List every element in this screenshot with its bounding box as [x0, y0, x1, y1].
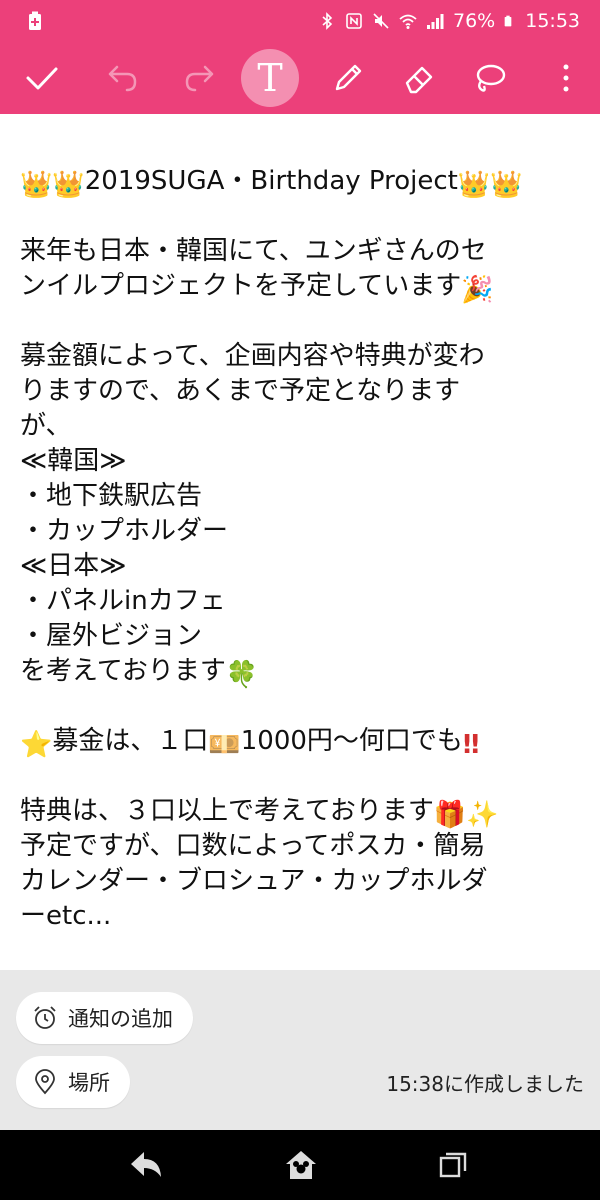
home-button[interactable] — [281, 1147, 321, 1183]
note-footer: 通知の追加 場所 15:38に作成しました — [0, 970, 600, 1130]
note-line: を考えております🍀 — [20, 654, 580, 690]
text-icon: T — [257, 56, 283, 100]
eraser-icon — [405, 66, 433, 94]
note-line: ≪韓国≫ — [20, 446, 127, 476]
battery-icon — [504, 15, 512, 27]
note-line: 予定ですが、口数によってポスカ・簡易 — [20, 831, 486, 861]
alarm-clock-icon — [34, 1006, 56, 1029]
note-line: ・地下鉄駅広告 — [20, 481, 203, 511]
crown-icon: 👑 — [457, 170, 491, 200]
clock: 15:53 — [525, 10, 580, 32]
note-line: ≪日本≫ — [20, 551, 127, 581]
note-line: ・パネルinカフェ — [20, 586, 226, 616]
crown-icon: 👑 — [52, 170, 85, 200]
note-line: 募金額によって、企画内容や特典が変わ — [20, 341, 485, 371]
mute-icon — [373, 13, 389, 29]
location-pin-icon — [35, 1069, 55, 1095]
note-body[interactable]: 👑👑2019SUGA・Birthday Project👑👑 来年も日本・韓国にて… — [20, 164, 580, 934]
battery-charging-icon — [29, 11, 41, 30]
status-bar: 76% 15:53 — [0, 0, 600, 42]
note-line: 特典は、３口以上で考えております🎁✨ — [20, 794, 580, 830]
lasso-icon — [476, 64, 506, 92]
status-icons: 76% 15:53 — [318, 0, 580, 42]
gift-icon: 🎁 — [433, 800, 467, 830]
crown-icon: 👑 — [490, 170, 523, 200]
note-line: ンイルプロジェクトを予定しています🎉 — [20, 269, 580, 305]
redo-button[interactable] — [172, 50, 228, 106]
note-title: 2019SUGA・Birthday Project — [84, 166, 458, 196]
lasso-tool-button[interactable] — [462, 50, 518, 106]
crown-icon: 👑 — [20, 170, 53, 200]
note-line: ーetc... — [20, 901, 112, 931]
yen-icon: 💴 — [208, 730, 241, 760]
note-line: ・屋外ビジョン — [20, 621, 203, 651]
double-exclamation-icon: ‼ — [462, 730, 480, 760]
recents-icon — [439, 1152, 467, 1178]
recents-button[interactable] — [434, 1147, 474, 1183]
eraser-tool-button[interactable] — [392, 50, 448, 106]
undo-button[interactable] — [94, 50, 150, 106]
note-line: りますので、あくまで予定となります — [20, 376, 461, 406]
party-popper-icon: 🎉 — [461, 275, 494, 305]
note-line: 来年も日本・韓国にて、ユンギさんのセ — [20, 236, 487, 266]
add-reminder-label: 通知の追加 — [68, 1007, 173, 1031]
done-button[interactable] — [14, 50, 70, 106]
text-tool-button[interactable]: T — [241, 49, 299, 107]
undo-icon — [108, 65, 137, 92]
checkmark-icon — [26, 67, 58, 90]
redo-icon — [185, 65, 214, 92]
back-button[interactable] — [126, 1147, 166, 1183]
note-line: が、 — [20, 411, 72, 441]
note-line: ⭐募金は、１口💴1000円～何口でも‼ — [20, 724, 580, 760]
add-reminder-button[interactable]: 通知の追加 — [16, 992, 193, 1044]
created-time: 15:38に作成しました — [386, 1072, 584, 1096]
star-icon: ⭐ — [20, 730, 53, 760]
add-location-button[interactable]: 場所 — [16, 1056, 130, 1108]
nfc-icon — [346, 13, 362, 29]
more-icon — [563, 64, 569, 92]
pen-icon — [335, 64, 362, 91]
home-icon — [286, 1151, 316, 1179]
bluetooth-icon — [322, 12, 333, 30]
signal-icon — [427, 14, 444, 29]
wifi-icon — [399, 14, 417, 29]
back-icon — [131, 1152, 161, 1177]
navigation-bar — [0, 1130, 600, 1200]
pen-tool-button[interactable] — [320, 50, 376, 106]
note-line: ・カップホルダー — [20, 516, 229, 546]
note-line: カレンダー・ブロシュア・カップホルダ — [20, 866, 488, 896]
battery-percent: 76% — [453, 10, 496, 32]
sparkles-icon: ✨ — [466, 800, 499, 830]
location-label: 場所 — [68, 1071, 110, 1095]
note-title-line: 👑👑2019SUGA・Birthday Project👑👑 — [20, 164, 580, 200]
note-toolbar: T — [0, 42, 600, 114]
clover-icon: 🍀 — [225, 660, 259, 690]
more-options-button[interactable] — [538, 50, 594, 106]
